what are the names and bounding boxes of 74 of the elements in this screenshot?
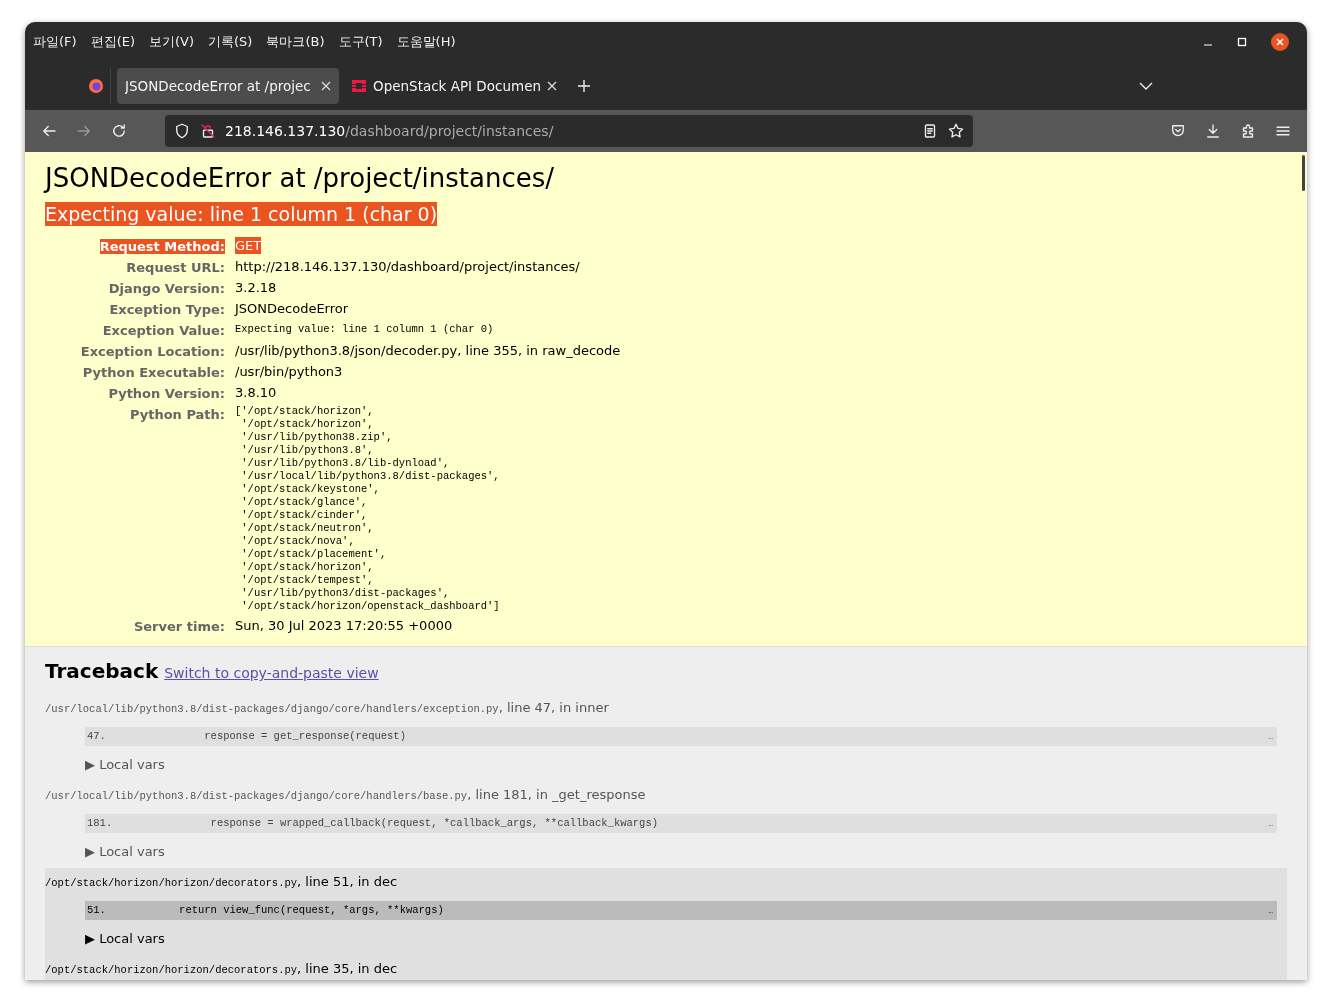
close-icon[interactable] <box>547 81 557 91</box>
chevron-down-icon[interactable] <box>1139 81 1153 91</box>
meta-label: Server time: <box>133 619 225 634</box>
frame-location: , line 181, in _get_response <box>467 787 646 803</box>
meta-value: /usr/lib/python3.8/json/decoder.py, line 355, in raw_decode <box>235 342 621 359</box>
file-path: /usr/local/lib/python3.8/dist-packages/django/core/handlers/exception.py <box>45 702 499 717</box>
meta-label: Exception Type: <box>109 302 225 317</box>
menu-item[interactable]: 도움말(H) <box>396 32 456 52</box>
meta-value: Expecting value: line 1 column 1 (char 0) <box>235 322 494 337</box>
path-entry: '/usr/lib/python3/dist-packages', <box>240 587 450 600</box>
meta-label: Django Version: <box>108 281 225 296</box>
path-entry: '/opt/stack/placement', <box>240 548 387 561</box>
meta-value: http://218.146.137.130/dashboard/project/instances/ <box>235 258 580 275</box>
error-message: Expecting value: line 1 column 1 (char 0) <box>45 202 438 226</box>
path-entry: ['/opt/stack/horizon', <box>235 405 374 418</box>
menu-item[interactable]: 도구(T) <box>338 32 383 52</box>
meta-label: Request Method: <box>99 239 225 254</box>
insecure-lock-icon[interactable] <box>199 122 217 140</box>
path-entry: '/opt/stack/glance', <box>240 496 368 509</box>
meta-label: Python Executable: <box>82 365 225 380</box>
menu-item[interactable]: 기록(S) <box>208 32 253 52</box>
address-field[interactable]: 218.146.137.130/dashboard/project/instances/ <box>165 115 973 147</box>
browser-tab[interactable]: OpenStack API Documen <box>343 68 565 104</box>
frame-location: , line 47, in inner <box>498 700 609 716</box>
shield-icon[interactable] <box>173 122 191 140</box>
meta-value: /usr/bin/python3 <box>235 363 343 380</box>
file-path: /usr/local/lib/python3.8/dist-packages/django/core/handlers/base.py <box>45 789 468 804</box>
star-icon[interactable] <box>947 122 965 140</box>
reload-icon[interactable] <box>110 122 128 140</box>
maximize-icon[interactable] <box>1237 37 1247 47</box>
local-vars-toggle[interactable]: ▶ Local vars <box>85 931 165 947</box>
meta-label: Python Version: <box>108 386 225 401</box>
error-title: JSONDecodeError at /project/instances/ <box>45 162 555 195</box>
menu-item[interactable]: 북마크(B) <box>266 32 325 52</box>
path-entry: '/opt/stack/horizon', <box>240 561 374 574</box>
local-vars-toggle[interactable]: ▶ Local vars <box>85 757 165 773</box>
meta-value: Sun, 30 Jul 2023 17:20:55 +0000 <box>235 617 453 634</box>
meta-value: 3.8.10 <box>235 384 277 401</box>
path-entry: '/opt/stack/neutron', <box>240 522 374 535</box>
close-icon[interactable] <box>1271 33 1289 51</box>
path-entry: '/opt/stack/horizon', <box>240 418 374 431</box>
new-tab-icon[interactable] <box>577 79 591 93</box>
file-path: /opt/stack/horizon/horizon/decorators.py <box>45 963 298 978</box>
path-entry: '/usr/lib/python3.8/lib-dynload', <box>240 457 450 470</box>
menu-item[interactable]: 보기(V) <box>149 32 195 52</box>
meta-label: Request URL: <box>126 260 225 275</box>
path-entry: '/opt/stack/keystone', <box>240 483 380 496</box>
traceback-heading: Traceback <box>45 659 159 683</box>
meta-label: Python Path: <box>129 407 225 422</box>
close-icon[interactable] <box>321 81 331 91</box>
meta-label: Exception Value: <box>102 323 225 338</box>
meta-value: JSONDecodeError <box>235 300 349 317</box>
openstack-icon <box>351 78 367 94</box>
firefox-icon <box>88 78 104 94</box>
path-entry: '/opt/stack/nova', <box>240 535 355 548</box>
url-text: 218.146.137.130/dashboard/project/instances/ <box>225 121 555 141</box>
path-entry: '/usr/lib/python3.8', <box>240 444 374 457</box>
browser-tab[interactable]: JSONDecodeError at /projec <box>117 68 339 104</box>
menu-item[interactable]: 편집(E) <box>90 32 135 52</box>
path-entry: '/usr/local/lib/python3.8/dist-packages', <box>240 470 500 483</box>
menu-item[interactable]: 파일(F) <box>33 32 77 52</box>
meta-label: Exception Location: <box>80 344 225 359</box>
path-entry: '/opt/stack/horizon/openstack_dashboard'] <box>240 600 500 613</box>
path-entry: '/opt/stack/tempest', <box>240 574 374 587</box>
file-path: /opt/stack/horizon/horizon/decorators.py <box>45 876 298 891</box>
scrollbar-thumb[interactable] <box>1302 155 1305 191</box>
local-vars-toggle[interactable]: ▶ Local vars <box>85 844 165 860</box>
download-icon[interactable] <box>1204 122 1222 140</box>
copy-paste-link[interactable]: Switch to copy-and-paste view <box>164 663 379 684</box>
frame-location: , line 51, in dec <box>297 874 398 890</box>
path-entry: '/usr/lib/python38.zip', <box>240 431 393 444</box>
frame-location: , line 35, in dec <box>297 961 398 977</box>
path-entry: '/opt/stack/cinder', <box>240 509 368 522</box>
meta-value: 3.2.18 <box>235 279 277 296</box>
